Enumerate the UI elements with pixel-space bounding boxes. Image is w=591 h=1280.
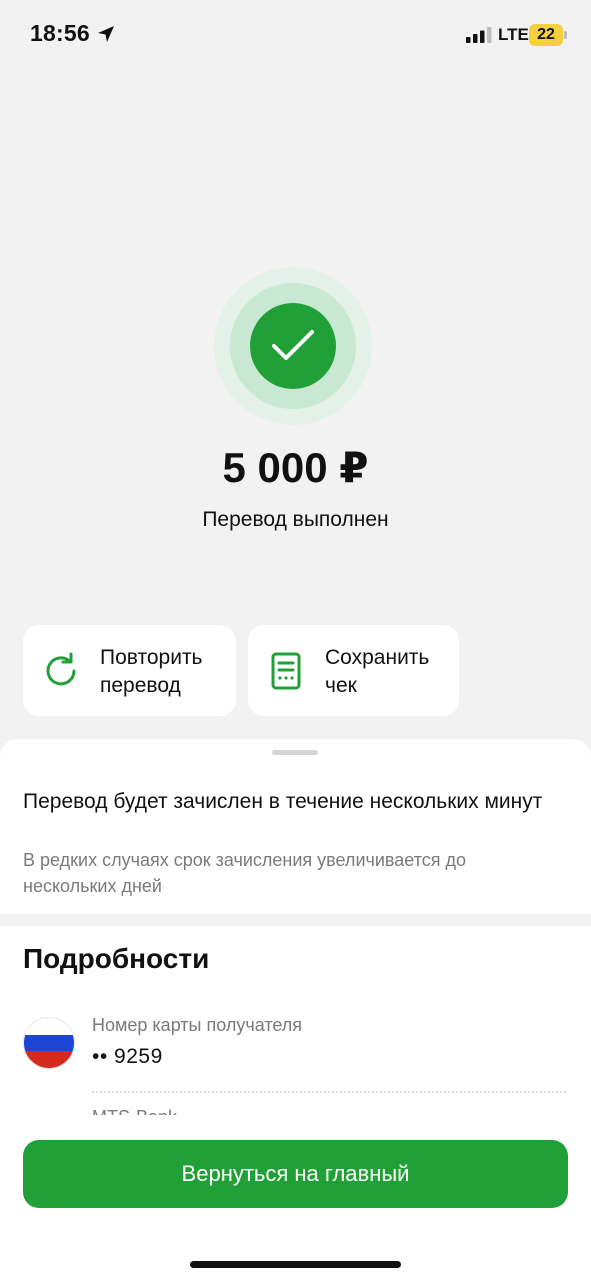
notice-subtitle: В редких случаях срок зачисления увеличи… [23, 850, 467, 896]
card-number-label: Номер карты получателя [92, 1015, 303, 1035]
refresh-icon [46, 652, 76, 686]
transfer-amount: 5 000 ₽ [222, 444, 369, 491]
repeat-transfer-button[interactable]: Повторить перевод [23, 625, 236, 716]
network-type: LTE [498, 25, 529, 44]
save-receipt-label: Сохранить чек [325, 646, 430, 697]
return-home-button[interactable]: Вернуться на главный [23, 1140, 568, 1208]
success-indicator [214, 267, 372, 425]
success-ring [230, 283, 356, 409]
details-title: Подробности [23, 943, 210, 974]
sheet-grabber[interactable] [272, 750, 318, 755]
transfer-status: Перевод выполнен [202, 508, 389, 531]
checkmark-icon [272, 330, 314, 360]
card-number-value: •• 9259 [92, 1045, 163, 1068]
cellular-signal-icon [466, 27, 492, 43]
detail-divider [92, 1091, 566, 1093]
battery-cap [564, 31, 567, 39]
section-separator [0, 914, 591, 926]
battery-level: 22 [537, 26, 555, 43]
status-bar: 18:56 LTE 22 [0, 0, 591, 70]
receipt-icon [271, 652, 301, 690]
success-circle [250, 303, 336, 389]
status-time: 18:56 [30, 20, 90, 46]
notice-title: Перевод будет зачислен в течение несколь… [23, 790, 543, 813]
home-indicator [190, 1261, 401, 1268]
location-arrow-icon [98, 26, 114, 42]
russia-flag-icon [23, 1017, 75, 1069]
repeat-transfer-label: Повторить перевод [100, 646, 203, 697]
battery-indicator: 22 [529, 24, 563, 46]
save-receipt-button[interactable]: Сохранить чек [248, 625, 459, 716]
